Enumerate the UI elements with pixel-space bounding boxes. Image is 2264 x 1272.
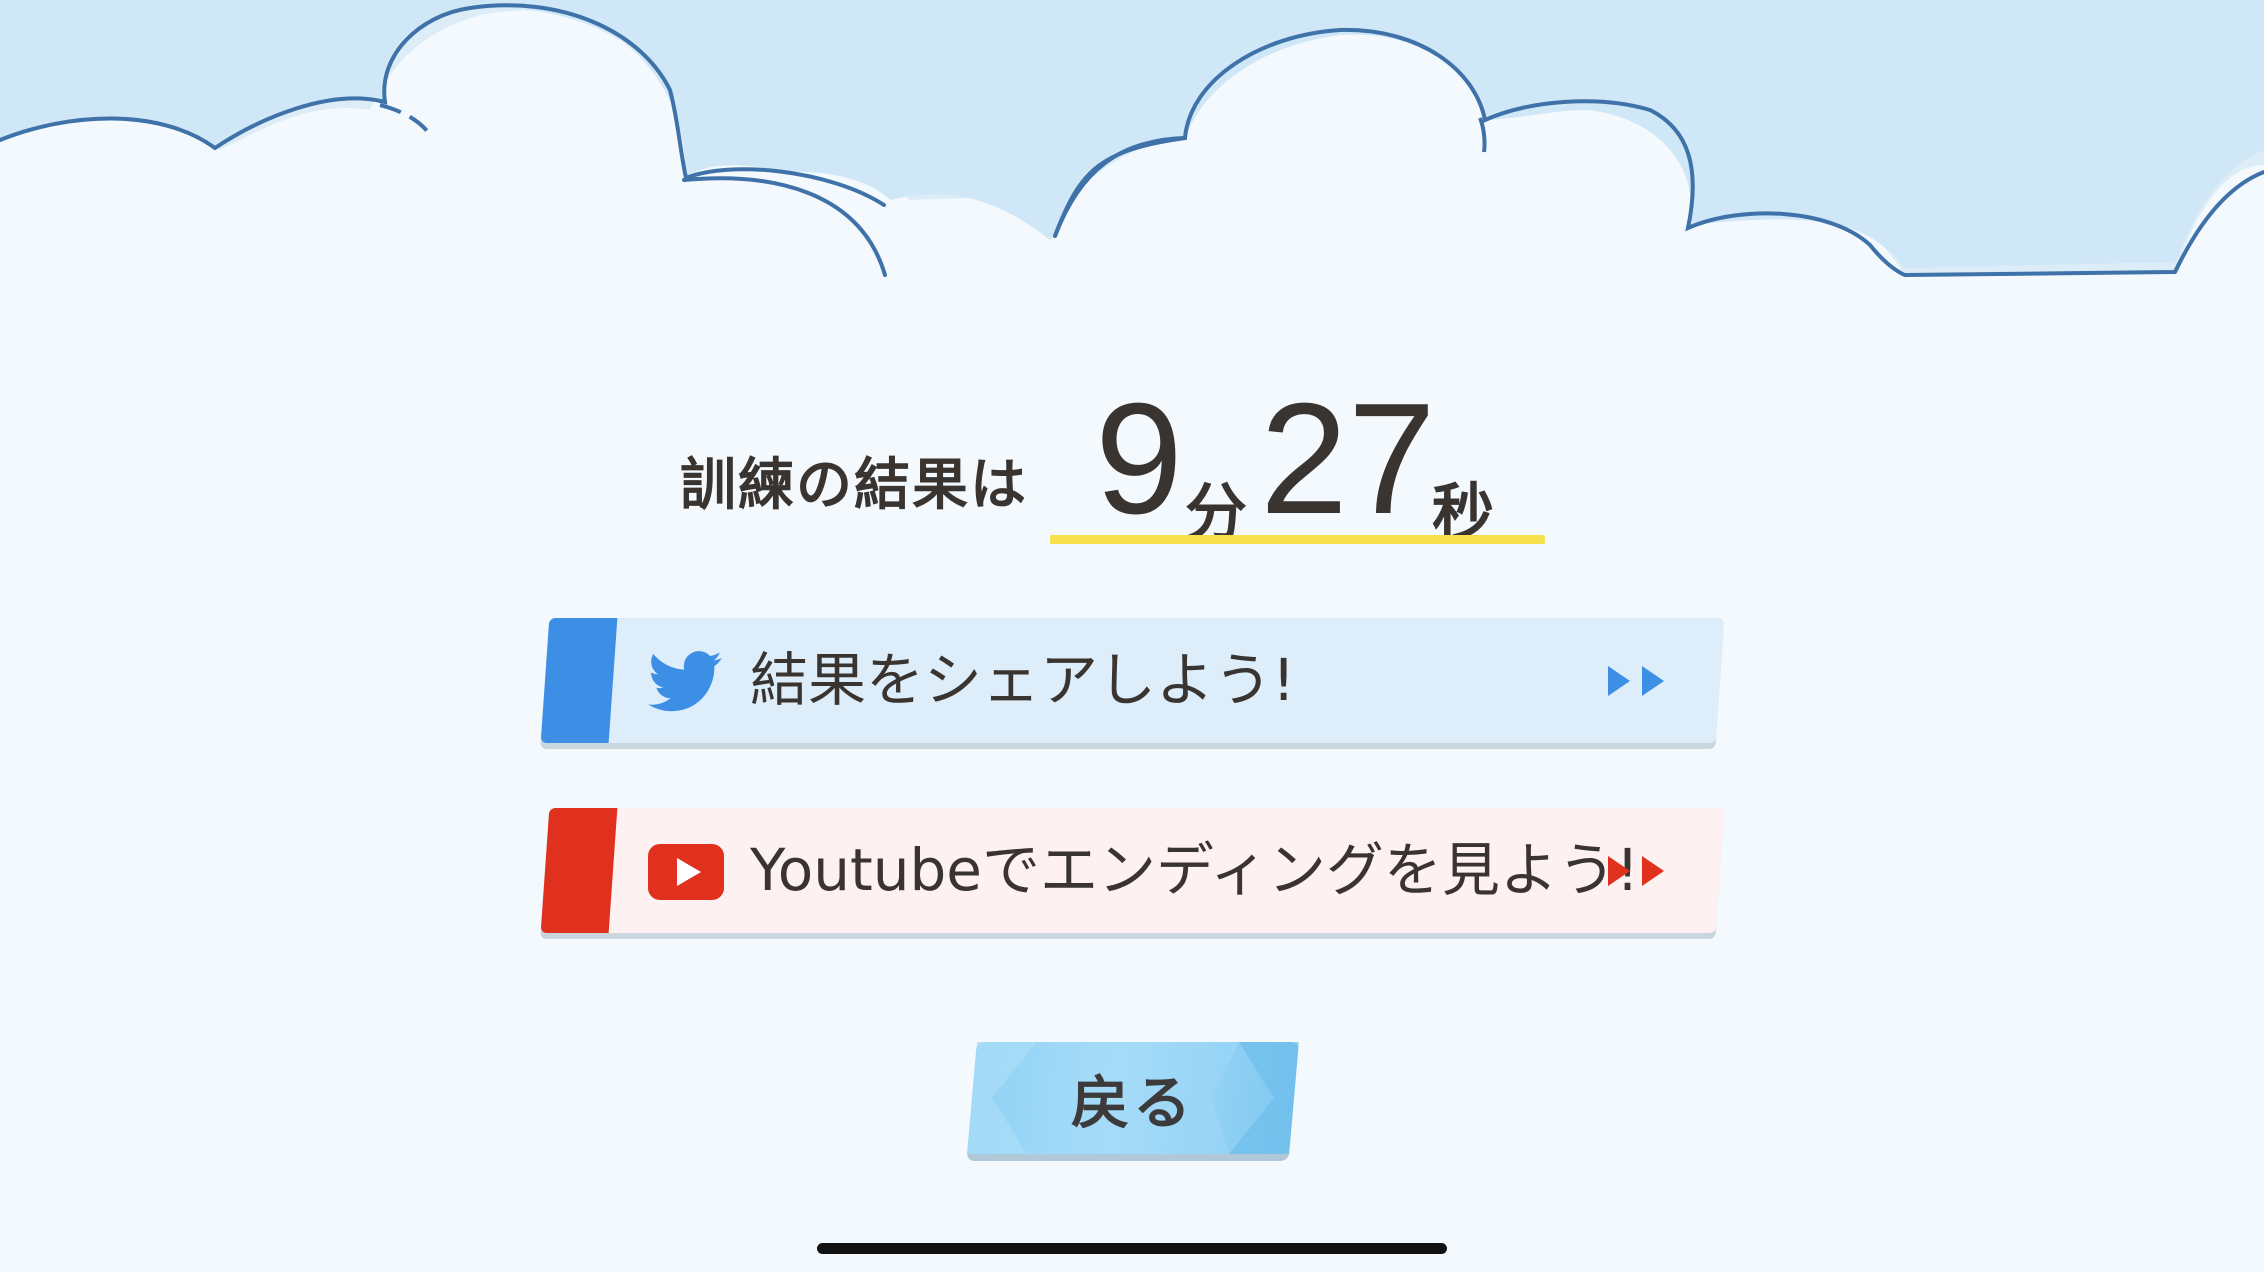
double-arrow-icon	[1608, 856, 1664, 886]
back-button-label: 戻る	[1070, 1069, 1195, 1137]
result-seconds: 27	[1260, 371, 1436, 547]
double-arrow-icon	[1608, 666, 1664, 696]
result-time: 9 分 27 秒	[1050, 371, 1545, 549]
cloud-header	[0, 0, 2264, 300]
back-button[interactable]: 戻る	[967, 1042, 1299, 1154]
home-indicator[interactable]	[817, 1243, 1447, 1254]
result-minutes: 9	[1095, 371, 1183, 547]
result-label: 訓練の結果は	[680, 453, 1028, 518]
twitter-bird-icon	[648, 651, 722, 712]
youtube-ending-button[interactable]: Youtubeでエンディングを見よう!	[540, 808, 1725, 933]
youtube-button-label: Youtubeでエンディングを見よう!	[750, 836, 1640, 904]
share-twitter-button[interactable]: 結果をシェアしよう!	[540, 618, 1725, 743]
result-section: 訓練の結果は 9 分 27 秒	[0, 360, 2264, 560]
result-underline	[1050, 535, 1545, 544]
twitter-button-label: 結果をシェアしよう!	[750, 646, 1296, 714]
youtube-play-icon	[648, 844, 724, 900]
